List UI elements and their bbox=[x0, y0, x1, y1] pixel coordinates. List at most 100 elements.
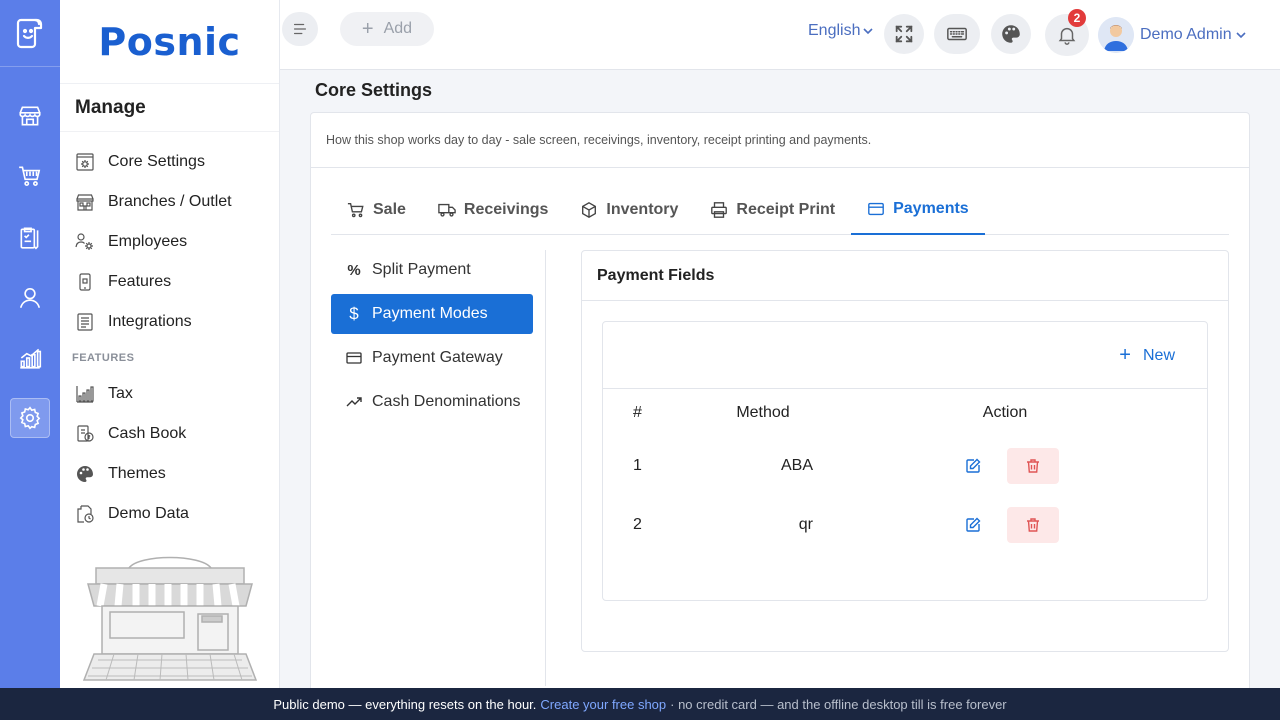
sidebar-item-integrations[interactable]: Integrations bbox=[60, 302, 279, 342]
book-icon bbox=[75, 424, 95, 444]
palette-icon bbox=[75, 464, 95, 484]
user-name: Demo Admin bbox=[1140, 26, 1247, 44]
cart-icon bbox=[347, 201, 365, 219]
payments-subnav: % Split Payment $ Payment Modes Payment … bbox=[331, 250, 546, 686]
user-icon[interactable] bbox=[10, 278, 50, 318]
add-button[interactable]: + Add bbox=[340, 12, 434, 46]
building-icon bbox=[75, 192, 95, 212]
sidebar-item-branches[interactable]: Branches / Outlet bbox=[60, 182, 279, 222]
top-bar: + Add English 2 Demo Admin bbox=[280, 0, 1280, 70]
table-header: # Method Action bbox=[603, 390, 1207, 436]
tab-receivings[interactable]: Receivings bbox=[422, 185, 564, 235]
printer-icon bbox=[710, 201, 728, 219]
sidebar-item-demo-data[interactable]: Demo Data bbox=[60, 494, 279, 534]
edit-icon bbox=[966, 517, 981, 532]
mobile-icon bbox=[75, 272, 95, 292]
credit-card-icon bbox=[346, 350, 362, 366]
delete-button[interactable] bbox=[1007, 507, 1059, 543]
payment-fields-title: Payment Fields bbox=[582, 251, 1228, 301]
sidebar-section-label: FEATURES bbox=[72, 352, 135, 364]
plus-icon: + bbox=[1119, 344, 1131, 366]
sidebar-item-employees[interactable]: Employees bbox=[60, 222, 279, 262]
brand-logo[interactable]: Posnic bbox=[60, 0, 279, 84]
sidebar-list: Core Settings Branches / Outlet Employee… bbox=[60, 132, 279, 342]
row-num: 2 bbox=[633, 515, 642, 533]
tab-sale[interactable]: Sale bbox=[331, 185, 422, 235]
list-doc-icon bbox=[75, 312, 95, 332]
sidebar-item-core-settings[interactable]: Core Settings bbox=[60, 142, 279, 182]
percent-icon: % bbox=[347, 261, 361, 279]
row-method: qr bbox=[798, 515, 813, 533]
analytics-icon[interactable] bbox=[10, 338, 50, 378]
menu-toggle-button[interactable] bbox=[282, 12, 318, 46]
subnav-payment-gateway[interactable]: Payment Gateway bbox=[331, 338, 533, 378]
create-shop-link[interactable]: Create your free shop bbox=[540, 697, 666, 712]
page-title: Core Settings bbox=[315, 80, 433, 100]
tab-receipt-print[interactable]: Receipt Print bbox=[694, 185, 851, 235]
sidebar-item-label: Core Settings bbox=[108, 153, 205, 170]
sidebar-features-list: Tax Cash Book Themes Demo Data bbox=[60, 374, 279, 534]
demo-banner: Public demo — everything resets on the h… bbox=[0, 688, 1280, 720]
new-button[interactable]: + New bbox=[1119, 344, 1175, 367]
trash-icon bbox=[1027, 518, 1039, 532]
app-logo-icon[interactable] bbox=[8, 10, 52, 54]
store-icon[interactable] bbox=[10, 96, 50, 136]
fullscreen-button[interactable] bbox=[884, 14, 924, 54]
sidebar-item-features[interactable]: Features bbox=[60, 262, 279, 302]
people-gear-icon bbox=[75, 232, 95, 252]
subnav-split-payment[interactable]: % Split Payment bbox=[331, 250, 533, 290]
sidebar-item-label: Tax bbox=[108, 385, 133, 402]
edit-icon bbox=[966, 458, 981, 473]
edit-button[interactable] bbox=[955, 507, 991, 543]
dollar-icon: $ bbox=[349, 304, 359, 323]
sidebar-item-label: Integrations bbox=[108, 313, 192, 330]
trend-up-icon bbox=[346, 394, 362, 410]
delete-button[interactable] bbox=[1007, 448, 1059, 484]
sidebar-item-label: Branches / Outlet bbox=[108, 193, 232, 210]
banner-note: · no credit card — and the offline deskt… bbox=[670, 696, 1007, 712]
settings-icon[interactable] bbox=[10, 398, 50, 438]
trash-icon bbox=[1027, 459, 1039, 473]
gear-doc-icon bbox=[75, 152, 95, 172]
cart-icon[interactable] bbox=[10, 156, 50, 196]
column-header-action: Action bbox=[982, 404, 1028, 421]
table-row: 2 qr bbox=[603, 495, 1207, 554]
sidebar-item-label: Demo Data bbox=[108, 505, 189, 522]
store-illustration bbox=[74, 556, 266, 684]
sidebar-item-tax[interactable]: Tax bbox=[60, 374, 279, 414]
column-header-num: # bbox=[633, 404, 642, 421]
clipboard-icon[interactable] bbox=[10, 218, 50, 258]
user-menu[interactable]: Demo Admin bbox=[1098, 16, 1247, 54]
notification-badge: 2 bbox=[1068, 9, 1086, 27]
subnav-cash-denominations[interactable]: Cash Denominations bbox=[331, 382, 533, 422]
settings-tabs: Sale Receivings Inventory Receipt Print … bbox=[331, 185, 1229, 235]
sidebar-item-themes[interactable]: Themes bbox=[60, 454, 279, 494]
theme-button[interactable] bbox=[991, 14, 1031, 54]
plus-icon: + bbox=[361, 17, 374, 40]
chevron-down-icon bbox=[863, 28, 874, 35]
notifications-button[interactable]: 2 bbox=[1045, 9, 1089, 56]
banner-text: Public demo — everything resets on the h… bbox=[273, 696, 537, 712]
subnav-payment-modes[interactable]: $ Payment Modes bbox=[331, 294, 533, 334]
icon-rail bbox=[0, 0, 60, 688]
page-description: How this shop works day to day - sale sc… bbox=[311, 113, 1249, 168]
palette-icon bbox=[1002, 25, 1020, 43]
payment-methods-panel: + New # Method Action 1 ABA 2 qr bbox=[602, 321, 1208, 601]
column-header-method: Method bbox=[736, 404, 790, 421]
tab-payments[interactable]: Payments bbox=[851, 185, 985, 235]
language-selector[interactable]: English bbox=[808, 22, 874, 40]
avatar bbox=[1098, 17, 1134, 53]
chevron-down-icon bbox=[1236, 32, 1246, 39]
sidebar-item-label: Themes bbox=[108, 465, 166, 482]
edit-button[interactable] bbox=[955, 448, 991, 484]
tab-inventory[interactable]: Inventory bbox=[564, 185, 694, 235]
credit-card-icon bbox=[867, 200, 885, 218]
truck-icon bbox=[438, 201, 456, 219]
keyboard-button[interactable] bbox=[934, 14, 980, 54]
menu-align-icon bbox=[293, 23, 307, 35]
table-row: 1 ABA bbox=[603, 436, 1207, 495]
sidebar-item-cash-book[interactable]: Cash Book bbox=[60, 414, 279, 454]
bell-icon bbox=[1058, 27, 1076, 45]
row-num: 1 bbox=[633, 456, 642, 474]
sidebar-title: Manage bbox=[60, 84, 279, 132]
